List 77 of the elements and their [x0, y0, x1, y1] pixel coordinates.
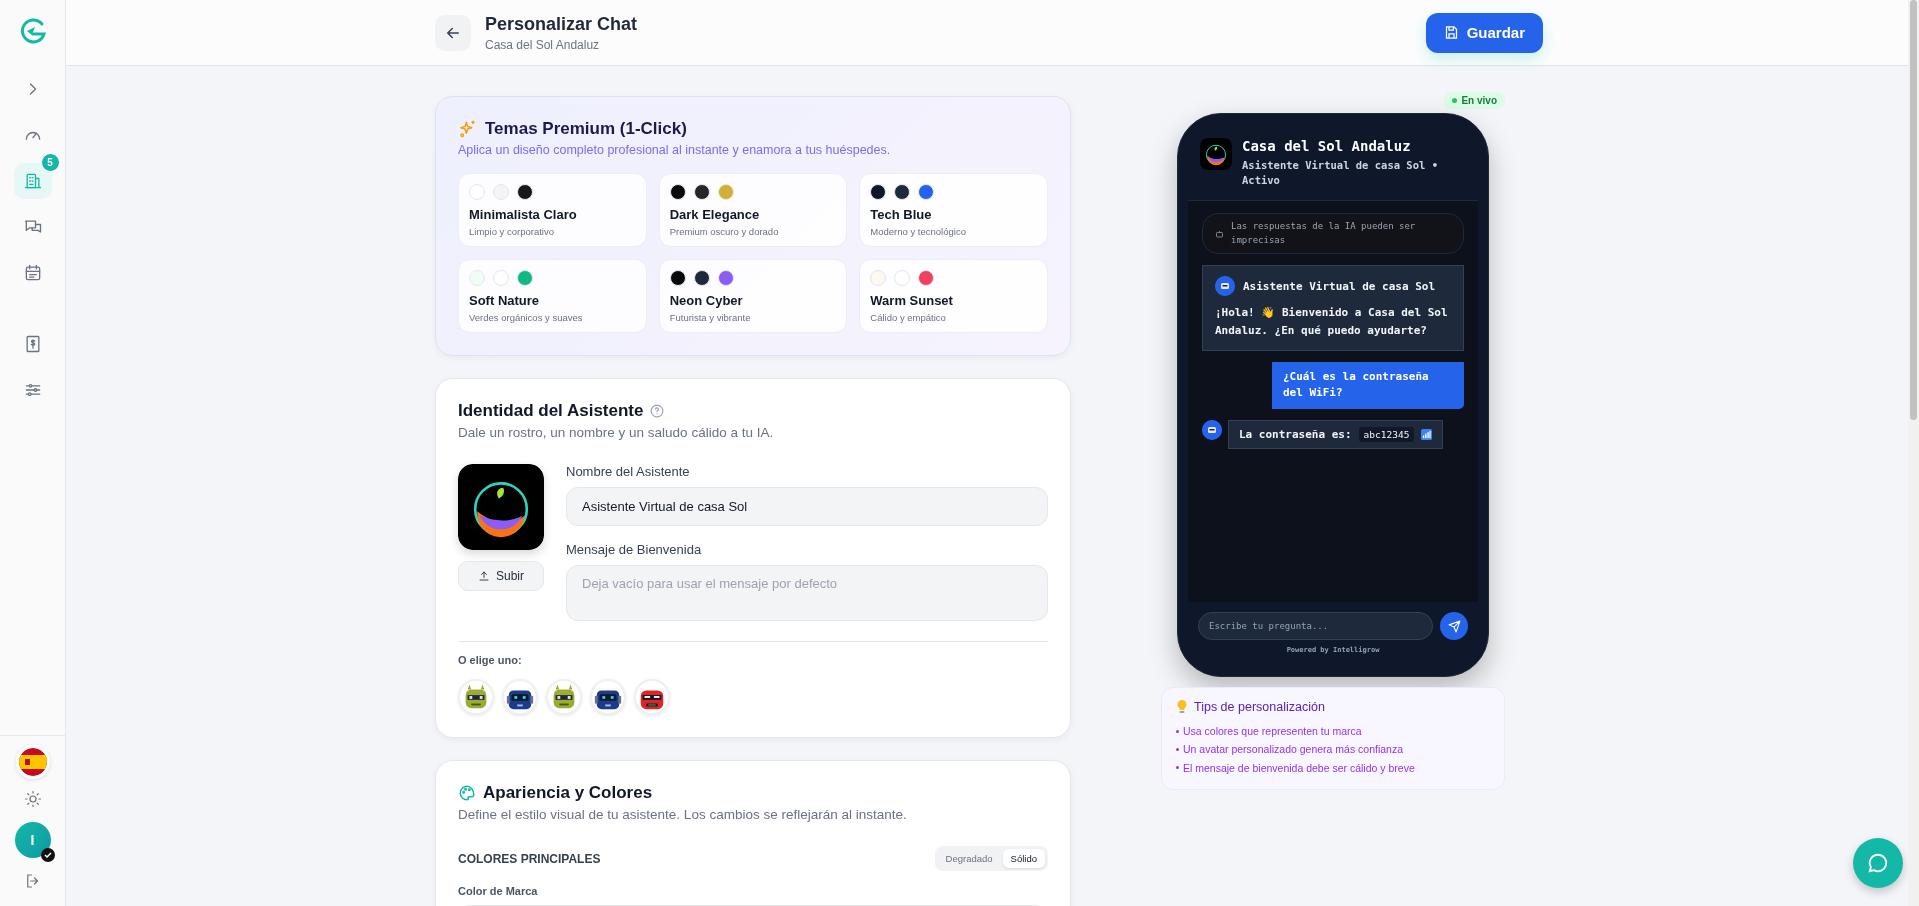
signal-bars-icon	[1421, 428, 1433, 440]
theme-description: Premium oscuro y dorado	[669, 226, 780, 237]
building-icon	[22, 171, 43, 191]
theme-name: Tech Blue	[870, 207, 933, 222]
save-button[interactable]: Guardar	[1425, 12, 1543, 53]
tips-title: Tips de personalización	[1194, 700, 1325, 714]
theme-name: Dark Elegance	[669, 207, 761, 222]
avatar-option[interactable]	[634, 679, 670, 715]
avatar-option[interactable]	[502, 679, 538, 715]
theme-description: Futurista y vibrante	[669, 312, 752, 323]
card-title: Identidad del Asistente	[458, 401, 644, 421]
theme-description: Limpio y corporativo	[469, 226, 555, 237]
code-snippet: abc12345	[1358, 426, 1415, 442]
robot-icon	[1215, 228, 1224, 239]
card-title: Temas Premium (1-Click)	[485, 119, 687, 139]
page-subtitle: Casa del Sol Andaluz	[485, 37, 601, 52]
assistant-name-field[interactable]: Asistente Virtual de casa Sol	[566, 487, 1048, 526]
palette-icon	[458, 784, 476, 802]
help-icon[interactable]	[650, 404, 665, 418]
avatar-option[interactable]	[590, 679, 626, 715]
verified-icon	[40, 848, 55, 862]
welcome-message-field[interactable]: Deja vacío para usar el mensaje por defecto	[566, 565, 1048, 621]
chat-title: Casa del Sol Andaluz	[1242, 138, 1412, 154]
welcome-text: ¡Hola! 👋 Bienvenido a Casa del Sol Andaluz. ¿En qué puedo ayudarte?	[1215, 305, 1449, 340]
fill-mode-option[interactable]: Degradado	[937, 849, 1001, 868]
back-button[interactable]	[435, 14, 471, 51]
theme-name: Minimalista Claro	[469, 207, 578, 222]
theme-option[interactable]: Warm Sunset Cálido y empático	[859, 259, 1048, 333]
scrollbar[interactable]	[1908, 0, 1919, 906]
theme-option[interactable]: Soft Nature Verdes orgánicos y suaves	[458, 259, 647, 333]
tip-text: El mensaje de bienvenida debe ser cálido y breve	[1183, 760, 1415, 776]
upload-icon	[478, 570, 490, 582]
theme-option[interactable]: Minimalista Claro Limpio y corporativo	[458, 173, 647, 247]
user-message: ¿Cuál es la contraseña del WiFi?	[1272, 361, 1464, 409]
chat-input[interactable]: Escribe tu pregunta...	[1198, 612, 1433, 640]
page-title: Personalizar Chat	[485, 13, 638, 35]
avatar-choice-label: O elige uno:	[458, 654, 523, 666]
theme-name: Soft Nature	[469, 293, 541, 308]
flag-icon[interactable]	[18, 748, 47, 776]
section-label: COLORES PRINCIPALES	[458, 851, 601, 866]
avatar-option[interactable]	[546, 679, 582, 715]
sparkles-icon	[458, 119, 478, 139]
chat-bubble-icon	[1867, 852, 1889, 874]
field-label: Color de Marca	[458, 885, 539, 897]
send-icon	[1447, 619, 1461, 633]
bot-avatar-icon	[1215, 276, 1235, 297]
theme-option[interactable]: Dark Elegance Premium oscuro y dorado	[658, 173, 848, 247]
theme-option[interactable]: Neon Cyber Futurista y vibrante	[658, 259, 848, 333]
field-label: Mensaje de Bienvenida	[566, 542, 703, 557]
card-subtitle: Dale un rostro, un nombre y un saludo cálido a tu IA.	[458, 425, 775, 440]
tip-text: Un avatar personalizado genera más confianza	[1183, 742, 1404, 758]
bot-avatar-icon	[1202, 419, 1222, 440]
lightbulb-icon	[1176, 700, 1188, 714]
tip-text: Usa colores que representen tu marca	[1183, 724, 1362, 739]
field-label: Nombre del Asistente	[566, 464, 691, 479]
sun-icon[interactable]	[23, 790, 42, 808]
message-text: La contraseña es:	[1239, 427, 1352, 441]
avatar-option[interactable]	[458, 679, 494, 715]
theme-description: Cálido y empático	[870, 312, 947, 323]
disclaimer-text: Las respuestas de la IA pueden ser imprecisas	[1231, 220, 1417, 247]
theme-description: Moderno y tecnológico	[870, 226, 967, 237]
sender-name: Asistente Virtual de casa Sol	[1243, 279, 1436, 293]
theme-option[interactable]: Tech Blue Moderno y tecnológico	[859, 173, 1048, 247]
notification-badge: 5	[40, 153, 60, 172]
fill-mode-option[interactable]: Sólido	[1002, 849, 1045, 868]
upload-button[interactable]: Subir	[458, 561, 544, 591]
card-subtitle: Aplica un diseño completo profesional al instante y enamora a tus huéspedes.	[458, 143, 892, 157]
theme-name: Warm Sunset	[870, 293, 954, 308]
chat-button[interactable]	[1853, 838, 1903, 888]
card-title: Apariencia y Colores	[483, 783, 653, 803]
logo-image	[1200, 138, 1232, 170]
theme-description: Verdes orgánicos y suaves	[469, 312, 584, 323]
live-badge: En vivo	[1444, 92, 1505, 109]
theme-name: Neon Cyber	[669, 293, 744, 308]
chat-subtitle: Asistente Virtual de casa Sol • Activo	[1242, 158, 1439, 189]
send-button[interactable]	[1440, 612, 1468, 640]
card-subtitle: Define el estilo visual de tu asistente. Los cambios se reflejarán al instante.	[458, 807, 908, 822]
